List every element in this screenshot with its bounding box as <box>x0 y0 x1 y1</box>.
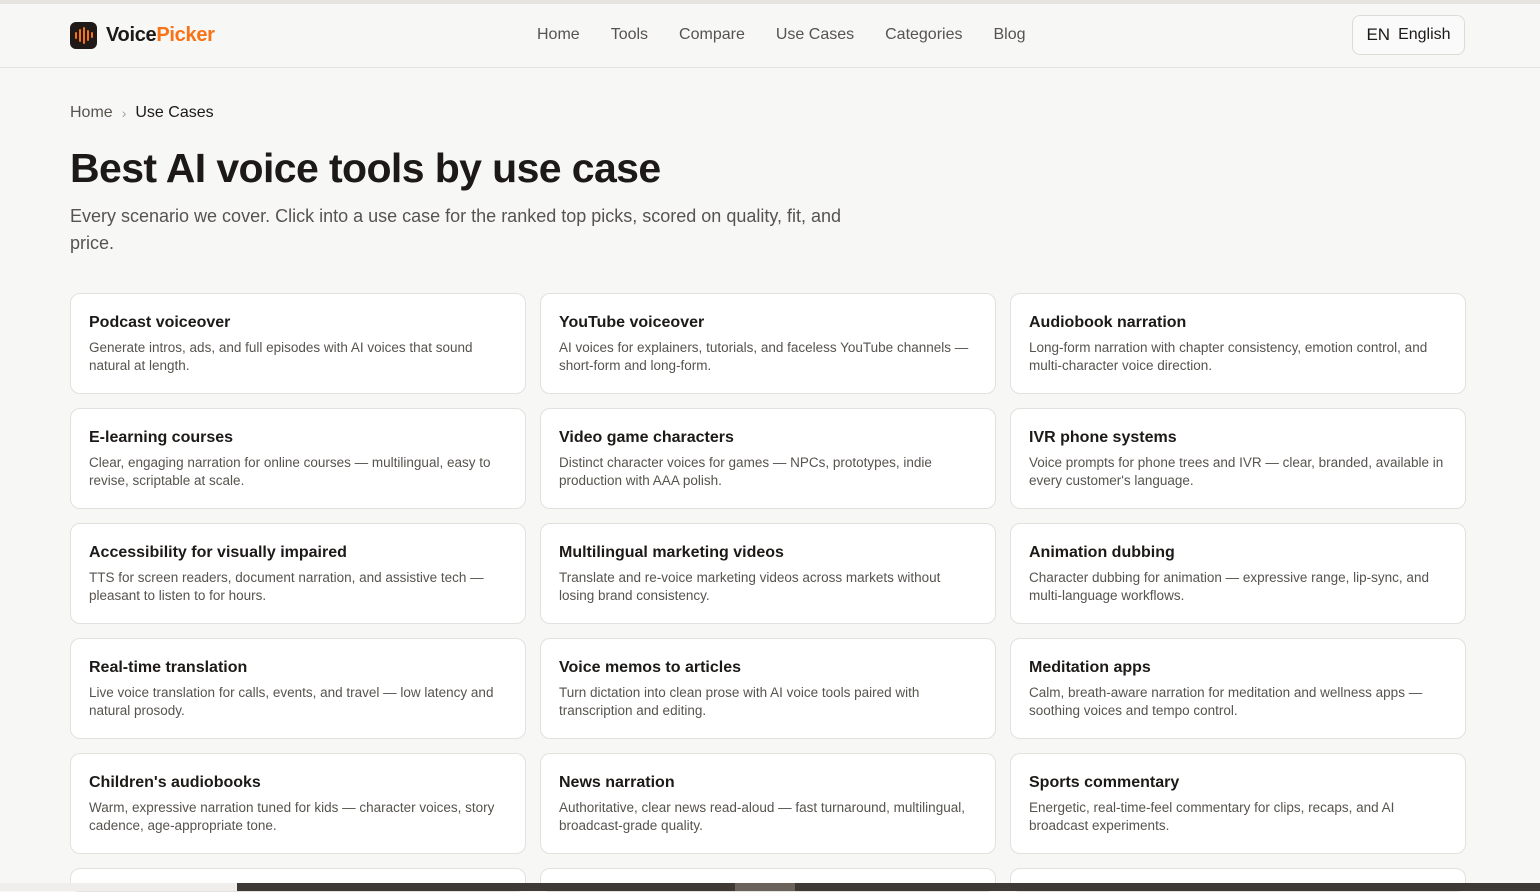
use-case-description: Generate intros, ads, and full episodes … <box>89 340 473 373</box>
use-case-title: Voice memos to articles <box>559 659 741 676</box>
use-case-title: News narration <box>559 774 675 791</box>
nav-link-use-cases[interactable]: Use Cases <box>776 24 854 46</box>
scrollbar-thumb[interactable] <box>735 883 795 891</box>
use-case-title: Children's audiobooks <box>89 774 261 791</box>
use-case-card[interactable]: YouTube voiceover AI voices for explainer… <box>540 293 996 394</box>
use-case-title: Meditation apps <box>1029 659 1151 676</box>
use-case-title: Podcast voiceover <box>89 314 231 331</box>
breadcrumb-home-link[interactable]: Home <box>70 104 113 122</box>
use-case-description: Live voice translation for calls, events… <box>89 685 494 718</box>
use-case-title: Animation dubbing <box>1029 544 1175 561</box>
use-case-card[interactable]: Voice memos to articles Turn dictation in… <box>540 638 996 739</box>
use-case-description: AI voices for explainers, tutorials, and… <box>559 340 969 373</box>
language-code: EN <box>1366 25 1391 44</box>
use-case-title: Accessibility for visually impaired <box>89 544 347 561</box>
waveform-icon <box>70 21 97 49</box>
use-case-title: Sports commentary <box>1029 774 1180 791</box>
use-case-card[interactable]: Podcast voiceover Generate intros, ads, a… <box>70 293 526 394</box>
use-case-card[interactable]: Video game characters Distinct character … <box>540 408 996 509</box>
use-case-card[interactable]: News narration Authoritative, clear news … <box>540 753 996 854</box>
use-case-card[interactable]: Meditation apps Calm, breath-aware narrat… <box>1010 638 1466 739</box>
use-case-description: Energetic, real-time-feel commentary for… <box>1029 800 1395 833</box>
scrollbar-track <box>237 883 1540 891</box>
use-case-title: E-learning courses <box>89 429 234 446</box>
use-case-description: Authoritative, clear news read-aloud — f… <box>559 800 965 833</box>
nav-link-tools[interactable]: Tools <box>611 24 648 46</box>
brand-logo-link[interactable]: VoicePicker <box>70 21 215 49</box>
use-case-description: Distinct character voices for games — NP… <box>559 455 932 488</box>
use-case-description: Calm, breath-aware narration for meditat… <box>1029 685 1423 718</box>
use-case-description: Long-form narration with chapter consist… <box>1029 340 1428 373</box>
breadcrumb-current: Use Cases <box>135 104 214 121</box>
use-case-description: Translate and re-voice marketing videos … <box>559 570 941 603</box>
use-case-description: Warm, expressive narration tuned for kid… <box>89 800 495 833</box>
use-case-title: Multilingual marketing videos <box>559 544 784 561</box>
chevron-right-icon: › <box>121 105 127 121</box>
nav-link-home[interactable]: Home <box>537 24 580 46</box>
use-case-description: Character dubbing for animation — expres… <box>1029 570 1429 603</box>
use-case-card[interactable]: Animation dubbing Character dubbing for a… <box>1010 523 1466 624</box>
top-navigation: VoicePicker Home Tools Compare Use Cases… <box>0 4 1540 68</box>
nav-link-categories[interactable]: Categories <box>885 24 962 46</box>
use-case-card[interactable]: Accessibility for visually impaired TTS f… <box>70 523 526 624</box>
breadcrumb: Home › Use Cases <box>70 104 214 122</box>
main-nav: Home Tools Compare Use Cases Categories … <box>537 24 1057 46</box>
use-case-card[interactable]: Sports commentary Energetic, real-time-fe… <box>1010 753 1466 854</box>
page-subtitle: Every scenario we cover. Click into a us… <box>70 206 842 253</box>
brand-name: VoicePicker <box>106 23 215 46</box>
use-case-title: YouTube voiceover <box>559 314 705 331</box>
nav-link-compare[interactable]: Compare <box>679 24 745 46</box>
horizontal-scrollbar[interactable] <box>0 883 1540 891</box>
page-title: Best AI voice tools by use case <box>70 145 661 191</box>
use-case-card[interactable]: Children's audiobooks Warm, expressive na… <box>70 753 526 854</box>
language-label: English <box>1398 26 1451 43</box>
use-case-title: Video game characters <box>559 429 734 446</box>
use-case-title: Real-time translation <box>89 659 248 676</box>
use-case-description: Turn dictation into clean prose with AI … <box>559 685 920 718</box>
nav-link-blog[interactable]: Blog <box>993 24 1025 46</box>
use-case-description: Voice prompts for phone trees and IVR — … <box>1029 455 1444 488</box>
use-case-description: TTS for screen readers, document narrati… <box>89 570 484 603</box>
use-case-grid: Podcast voiceover Generate intros, ads, a… <box>70 293 1466 892</box>
use-case-card[interactable]: IVR phone systems Voice prompts for phone… <box>1010 408 1466 509</box>
use-case-title: Audiobook narration <box>1029 314 1187 331</box>
use-case-card[interactable]: Audiobook narration Long-form narration w… <box>1010 293 1466 394</box>
use-case-card[interactable]: E-learning courses Clear, engaging narrat… <box>70 408 526 509</box>
language-selector-button[interactable]: EN English <box>1352 15 1465 55</box>
use-case-title: IVR phone systems <box>1029 429 1177 446</box>
use-case-description: Clear, engaging narration for online cou… <box>89 455 491 488</box>
use-case-card[interactable]: Real-time translation Live voice translat… <box>70 638 526 739</box>
use-case-card[interactable]: Multilingual marketing videos Translate a… <box>540 523 996 624</box>
